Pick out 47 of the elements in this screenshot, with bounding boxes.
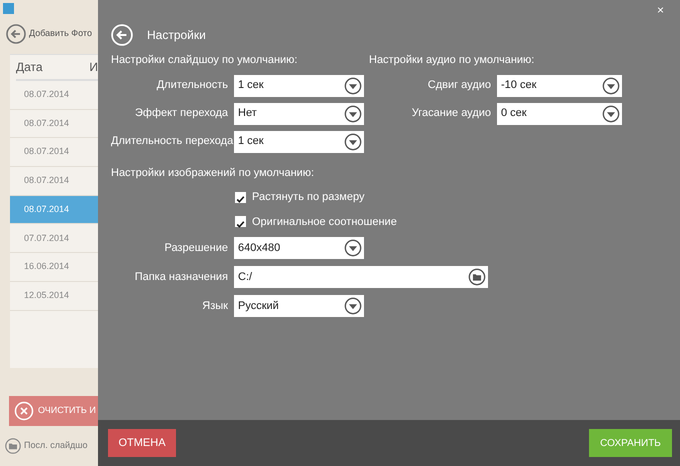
dropdown-icon	[344, 132, 362, 150]
dropdown[interactable]: Русский	[234, 295, 364, 317]
close-icon	[14, 401, 34, 421]
close-button[interactable]: ×	[656, 4, 664, 16]
dropdown-icon	[602, 104, 620, 122]
dropdown[interactable]: Нет	[234, 102, 364, 124]
dropdown[interactable]: 0 сек	[497, 102, 622, 124]
field-label: Длительность	[156, 78, 229, 94]
last-slideshow-link[interactable]: Посл. слайдшо	[24, 439, 88, 453]
cancel-button[interactable]: ОТМЕНА	[108, 429, 176, 457]
dropdown-icon	[344, 104, 362, 122]
field-label: Эффект перехода	[134, 106, 229, 122]
column-header: Дата	[16, 59, 44, 76]
field-label: Сдвиг аудио	[426, 78, 492, 94]
field-label: Длительность перехода	[111, 134, 234, 150]
dropdown-icon	[602, 76, 620, 94]
table-row[interactable]: 08.07.2014	[10, 196, 98, 224]
section-heading: Настройки аудио по умолчанию:	[369, 53, 536, 68]
dropdown[interactable]: 1 сек	[234, 130, 364, 152]
checkbox-label: Оригинальное соотношение	[252, 214, 397, 230]
field-label: Разрешение	[163, 240, 229, 256]
column-header: И	[89, 59, 98, 76]
clear-button[interactable]: ОЧИСТИТЬ И	[9, 396, 98, 426]
dropdown[interactable]: 640x480	[234, 237, 364, 259]
section-heading: Настройки изображений по умолчанию:	[111, 166, 316, 180]
folder-icon[interactable]	[468, 268, 486, 286]
field-label: Язык	[201, 298, 229, 314]
checkbox-label: Растянуть по размеру	[252, 190, 364, 205]
add-photo-link[interactable]: Добавить Фото	[29, 27, 92, 41]
folder-field[interactable]: C:/	[234, 266, 488, 288]
section-heading: Настройки слайдшоу по умолчанию:	[111, 53, 298, 68]
save-button[interactable]: СОХРАНИТЬ	[589, 429, 672, 457]
back-icon[interactable]	[6, 24, 26, 44]
dropdown[interactable]: 1 сек	[234, 74, 364, 96]
folder-icon	[5, 438, 21, 454]
check-icon	[235, 194, 246, 206]
dropdown-icon	[344, 76, 362, 94]
checkbox[interactable]	[235, 216, 246, 228]
field-label: Папка назначения	[134, 270, 229, 285]
app-icon	[3, 3, 14, 14]
dropdown-icon	[344, 239, 362, 257]
checkbox[interactable]	[235, 192, 246, 203]
check-icon	[235, 218, 246, 230]
dropdown-icon	[344, 297, 362, 315]
field-label: Угасание аудио	[410, 106, 492, 122]
dropdown[interactable]: -10 сек	[497, 74, 622, 96]
dialog-title: Настройки	[147, 27, 206, 44]
